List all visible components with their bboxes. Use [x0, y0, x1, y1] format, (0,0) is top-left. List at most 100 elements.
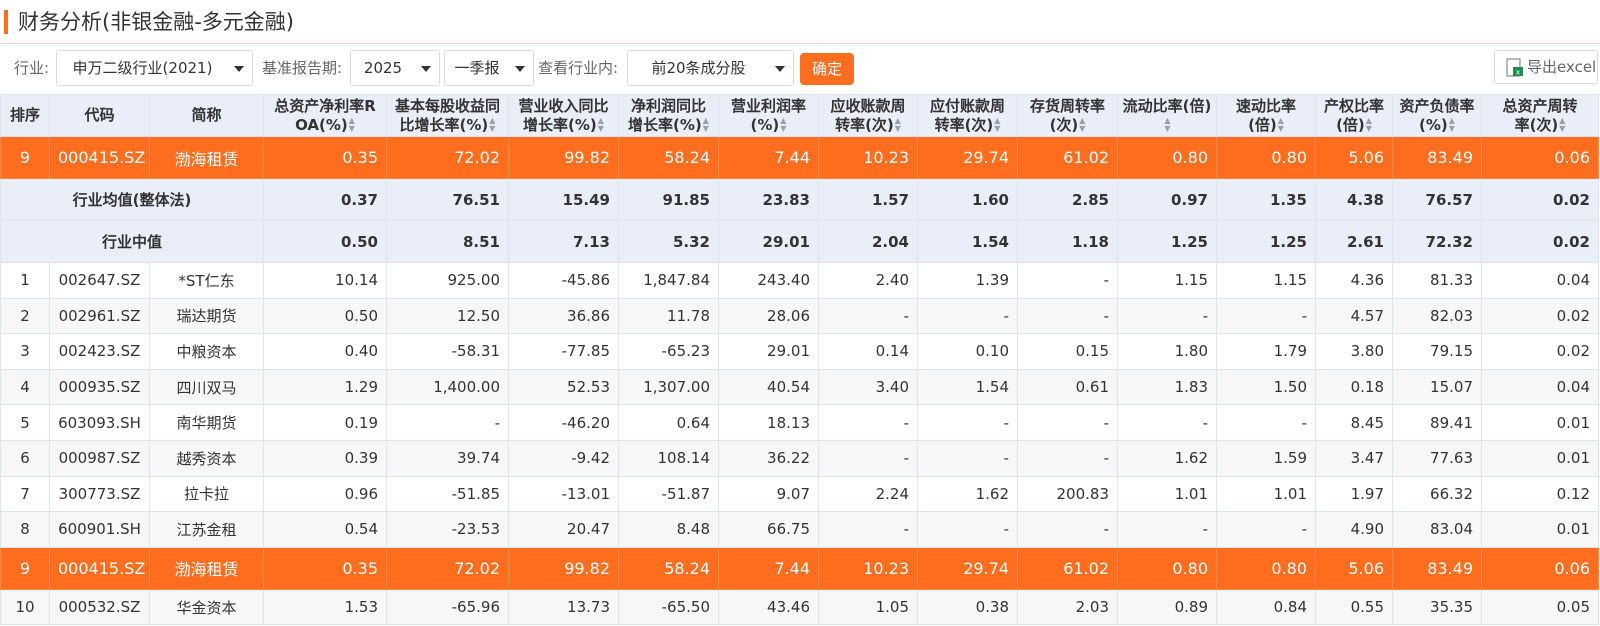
value-cell: 0.19: [263, 404, 387, 441]
column-header[interactable]: 应付账款周 转率(次) ▲ ▼: [917, 94, 1018, 137]
column-header[interactable]: 资产负债率 (%) ▲ ▼: [1392, 94, 1482, 137]
value-cell: -51.85: [386, 475, 509, 513]
value-cell: 5.32: [618, 220, 719, 263]
stock-name-cell: 渤海租赁: [149, 546, 264, 590]
column-header-label: 流动比率(倍): [1122, 96, 1212, 115]
value-cell: -: [1117, 404, 1217, 441]
column-header-label: (次): [1049, 115, 1079, 134]
stock-code-link[interactable]: 603093.SH: [49, 404, 150, 441]
column-header: 代码: [49, 94, 150, 137]
stock-name-cell: 越秀资本: [149, 439, 264, 477]
table-row: 5 603093.SH 南华期货 0.19- -46.20 0.64 18.13- - - - -8…: [0, 404, 1599, 441]
column-header[interactable]: 流动比率(倍) ▲ ▼: [1117, 94, 1217, 137]
sort-arrows-icon[interactable]: ▲ ▼: [1366, 117, 1372, 133]
stock-code-link[interactable]: 002423.SZ: [49, 333, 150, 370]
stock-code-link[interactable]: 000415.SZ: [49, 136, 150, 179]
stock-code-link[interactable]: 000935.SZ: [49, 368, 150, 406]
stock-code-link[interactable]: 600901.SH: [49, 511, 150, 548]
value-cell: 200.83: [1017, 475, 1118, 513]
quarter-select[interactable]: 一季报: [444, 50, 534, 86]
value-cell: -: [1117, 511, 1217, 548]
column-header[interactable]: 存货周转率 (次) ▲ ▼: [1017, 94, 1118, 137]
value-cell: 1,847.84: [618, 262, 719, 299]
column-header[interactable]: 净利润同比 增长率(%) ▲ ▼: [618, 94, 719, 137]
sort-arrows-icon[interactable]: ▲ ▼: [780, 117, 786, 133]
value-cell: 1.60: [917, 178, 1018, 221]
value-cell: 4.90: [1315, 511, 1393, 548]
column-header[interactable]: 总资产周转 率(次) ▲ ▼: [1481, 94, 1599, 137]
sort-arrows-icon[interactable]: ▲ ▼: [994, 117, 1000, 133]
sort-arrows-icon[interactable]: ▲ ▼: [349, 117, 355, 133]
value-cell: -: [917, 297, 1018, 335]
value-cell: 39.74: [386, 439, 509, 477]
column-header[interactable]: 速动比率 (倍) ▲ ▼: [1216, 94, 1316, 137]
stock-code-link[interactable]: 000415.SZ: [49, 546, 150, 590]
value-cell: 4.57: [1315, 297, 1393, 335]
value-cell: 5.06: [1315, 546, 1393, 590]
export-excel-button[interactable]: x 导出excel: [1494, 50, 1598, 84]
column-header-label: 比增长率(%): [399, 115, 489, 134]
year-select[interactable]: 2025: [350, 50, 440, 86]
value-cell: 0.18: [1315, 368, 1393, 406]
value-cell: 89.41: [1392, 404, 1482, 441]
value-cell: 40.54: [718, 368, 819, 406]
value-cell: -: [818, 404, 918, 441]
value-cell: 0.80: [1216, 546, 1316, 590]
value-cell: 58.24: [618, 546, 719, 590]
value-cell: 1.25: [1117, 220, 1217, 263]
table-row: 10 000532.SZ 华金资本 1.53 -65.96 13.73 -65.50 43.4…: [0, 588, 1599, 626]
sort-arrows-icon[interactable]: ▲ ▼: [1449, 117, 1455, 133]
value-cell: 0.02: [1481, 220, 1599, 263]
value-cell: -23.53: [386, 511, 509, 548]
value-cell: 0.40: [263, 333, 387, 370]
page-title: 财务分析(非银金融-多元金融): [18, 10, 294, 34]
column-header-label: (%): [1419, 115, 1448, 134]
value-cell: 8.51: [386, 220, 509, 263]
value-cell: 13.73: [508, 588, 619, 626]
value-cell: 1,400.00: [386, 368, 509, 406]
scope-select[interactable]: 前20条成分股: [627, 50, 794, 86]
financial-analysis-table: 排序 代码 简称 总资产净利率R OA(%) ▲ ▼ 基本每股收益同 比增长率(%) ▲ ▼ 营业收入…: [0, 94, 1599, 626]
column-header[interactable]: 应收账款周 转率(次) ▲ ▼: [818, 94, 918, 137]
sort-arrows-icon[interactable]: ▲ ▼: [1559, 117, 1565, 133]
value-cell: 1.83: [1117, 368, 1217, 406]
industry-select[interactable]: 申万二级行业(2021): [56, 50, 253, 86]
sort-arrows-icon[interactable]: ▲ ▼: [598, 117, 604, 133]
sort-arrows-icon[interactable]: ▲ ▼: [1278, 117, 1284, 133]
value-cell: 4.36: [1315, 262, 1393, 299]
column-header[interactable]: 营业收入同比 增长率(%) ▲ ▼: [508, 94, 619, 137]
sort-arrows-icon[interactable]: ▲ ▼: [1164, 117, 1170, 133]
value-cell: -: [1216, 511, 1316, 548]
sort-arrows-icon[interactable]: ▲ ▼: [703, 117, 709, 133]
value-cell: -: [818, 297, 918, 335]
column-header[interactable]: 营业利润率 (%) ▲ ▼: [718, 94, 819, 137]
value-cell: 10.14: [263, 262, 387, 299]
value-cell: 0.35: [263, 136, 387, 179]
value-cell: -65.96: [386, 588, 509, 626]
value-cell: 0.06: [1481, 546, 1599, 590]
value-cell: 0.15: [1017, 333, 1118, 370]
value-cell: -: [917, 439, 1018, 477]
column-header-label: 增长率(%): [523, 115, 597, 134]
value-cell: -51.87: [618, 475, 719, 513]
value-cell: 0.06: [1481, 136, 1599, 179]
value-cell: -45.86: [508, 262, 619, 299]
sort-arrows-icon[interactable]: ▲ ▼: [489, 117, 495, 133]
column-header[interactable]: 总资产净利率R OA(%) ▲ ▼: [263, 94, 387, 137]
value-cell: 1.62: [917, 475, 1018, 513]
column-header-label: 转率(次): [934, 115, 994, 134]
column-header[interactable]: 基本每股收益同 比增长率(%) ▲ ▼: [386, 94, 509, 137]
stock-code-link[interactable]: 000987.SZ: [49, 439, 150, 477]
stock-code-link[interactable]: 000532.SZ: [49, 588, 150, 626]
stock-code-link[interactable]: 002647.SZ: [49, 262, 150, 299]
value-cell: 83.04: [1392, 511, 1482, 548]
column-header-label: 增长率(%): [628, 115, 702, 134]
stock-code-link[interactable]: 300773.SZ: [49, 475, 150, 513]
value-cell: 81.33: [1392, 262, 1482, 299]
column-header[interactable]: 产权比率 (倍) ▲ ▼: [1315, 94, 1393, 137]
sort-arrows-icon[interactable]: ▲ ▼: [895, 117, 901, 133]
stock-code-link[interactable]: 002961.SZ: [49, 297, 150, 335]
excel-icon: x: [1506, 58, 1523, 77]
confirm-button[interactable]: 确定: [800, 53, 854, 85]
sort-arrows-icon[interactable]: ▲ ▼: [1079, 117, 1085, 133]
